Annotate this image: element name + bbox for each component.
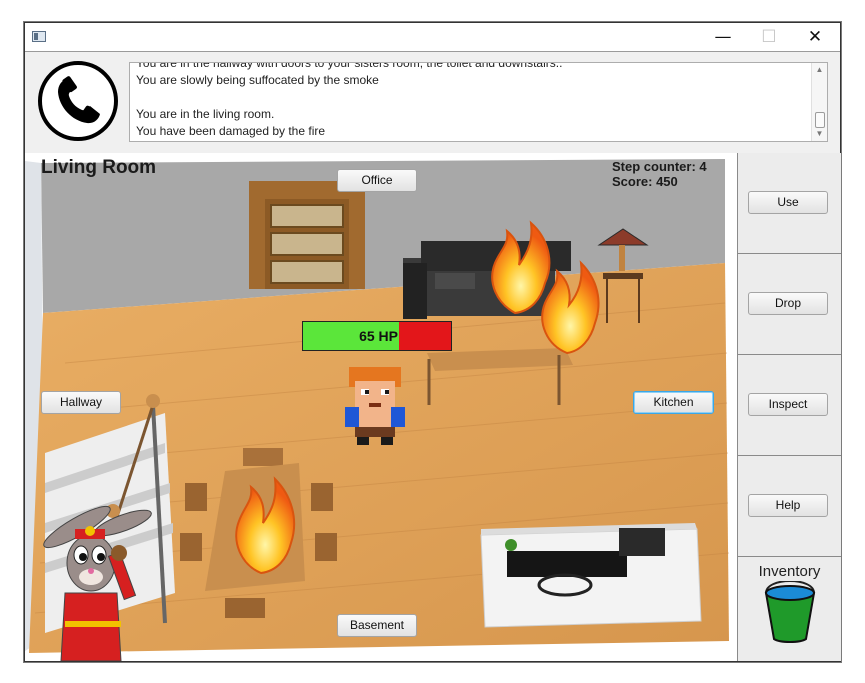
log-scrollbar[interactable]: ▲ ▼ [811,63,827,141]
action-cell: Drop [738,254,841,355]
door-hallway-button[interactable]: Hallway [41,391,121,414]
title-bar: — ☐ ✕ [25,23,840,51]
scroll-down-icon[interactable]: ▼ [812,127,827,141]
action-cell: Inspect [738,355,841,456]
log-line: You are in the living room. [136,107,275,121]
maximize-button[interactable]: ☐ [746,23,792,51]
step-counter: Step counter: 4 [612,159,707,174]
phone-icon[interactable] [38,61,118,141]
log-line: You are slowly being suffocated by the s… [136,73,379,87]
use-button[interactable]: Use [748,191,828,214]
action-sidebar: Use Drop Inspect Help Inventory [737,153,841,661]
log-line: You are in the hallway with doors to you… [136,62,563,70]
game-window: — ☐ ✕ You are in the hallway with doors … [24,22,841,662]
help-button[interactable]: Help [748,494,828,517]
inspect-button[interactable]: Inspect [748,393,828,416]
score: Score: 450 [612,174,678,189]
message-log[interactable]: You are in the hallway with doors to you… [129,62,828,142]
room-title: Living Room [41,157,157,178]
message-panel: You are in the hallway with doors to you… [25,51,840,154]
kitchen-counter [480,523,702,628]
drop-button[interactable]: Drop [748,292,828,315]
hp-bar: 65 HP [302,321,452,351]
door-office-button[interactable]: Office [337,169,417,192]
hp-label: 65 HP [359,328,398,344]
action-cell: Help [738,456,841,557]
app-icon [32,31,46,42]
scroll-up-icon[interactable]: ▲ [812,63,827,77]
stats-panel: Step counter: 4 Score: 450 [612,159,707,189]
action-cell: Use [738,153,841,254]
scroll-thumb[interactable] [815,112,825,128]
inventory-panel: Inventory [738,557,841,661]
log-line: You have been damaged by the fire [136,124,326,138]
door-basement-button[interactable]: Basement [337,614,417,637]
minimize-button[interactable]: — [700,23,746,51]
room-scene: Living Room Step counter: 4 Score: 450 6… [25,153,737,661]
door-kitchen-button[interactable]: Kitchen [633,391,714,414]
inventory-label: Inventory [758,563,821,580]
close-button[interactable]: ✕ [792,23,838,51]
wooden-door [249,181,365,289]
bucket-icon[interactable] [760,581,820,645]
